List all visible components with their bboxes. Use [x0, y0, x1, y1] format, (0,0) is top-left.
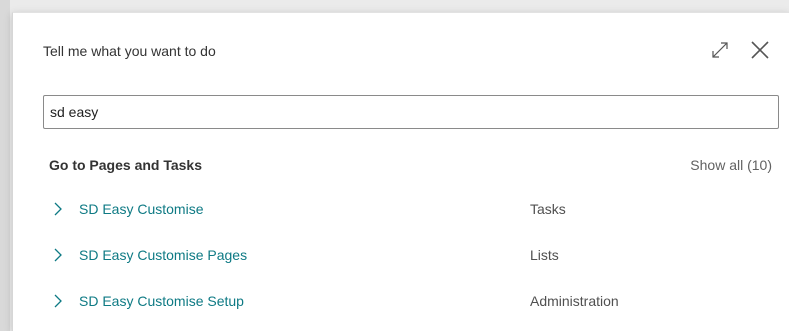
expand-button[interactable] — [709, 39, 731, 61]
result-item[interactable]: SD Easy Customise Tasks — [43, 189, 779, 229]
search-input[interactable] — [43, 95, 779, 129]
expand-icon — [712, 42, 728, 58]
tell-me-dialog: Tell me what you want to do Go to Pages … — [12, 12, 789, 331]
chevron-right-icon — [54, 294, 62, 308]
section-heading: Go to Pages and Tasks — [49, 157, 203, 173]
result-category: Administration — [530, 293, 619, 309]
result-item[interactable]: SD Easy Customise Pages Lists — [43, 235, 779, 275]
chevron-right-icon — [54, 248, 62, 262]
show-all-link[interactable]: Show all (10) — [690, 157, 772, 173]
result-name: SD Easy Customise Setup — [79, 293, 244, 309]
close-button[interactable] — [749, 39, 771, 61]
result-name: SD Easy Customise Pages — [79, 247, 248, 263]
background-edge — [0, 0, 10, 331]
close-icon — [751, 41, 769, 59]
dialog-title: Tell me what you want to do — [43, 43, 216, 59]
result-item[interactable]: SD Easy Customise Setup Administration — [43, 281, 779, 321]
result-name: SD Easy Customise — [79, 201, 204, 217]
result-category: Tasks — [530, 201, 566, 217]
chevron-right-icon — [54, 202, 62, 216]
result-category: Lists — [530, 247, 559, 263]
